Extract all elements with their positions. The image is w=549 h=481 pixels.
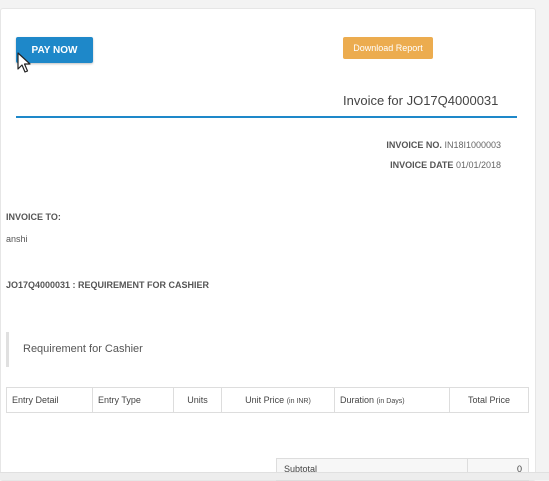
mouse-cursor-icon [17, 52, 31, 73]
column-header-units: Units [174, 388, 222, 412]
invoice-title: Invoice for JO17Q4000031 [343, 93, 499, 108]
invoice-number-label: INVOICE NO. [386, 140, 442, 150]
invoice-number-line: INVOICE NO. IN18I1000003 [386, 140, 501, 150]
invoice-to-value: anshi [6, 234, 28, 244]
column-header-entry-detail: Entry Detail [7, 388, 93, 412]
invoice-date-value: 01/01/2018 [455, 160, 501, 170]
invoice-to-label: INVOICE TO: [6, 212, 61, 222]
invoice-number-value: IN18I1000003 [444, 140, 501, 150]
column-header-total-price: Total Price [467, 395, 511, 405]
column-header-unit-price: Unit Price (in INR) [222, 388, 335, 412]
requirement-heading: Requirement for Cashier [23, 343, 143, 355]
line-items-table-header: Entry Detail Entry Type Units Unit Price… [6, 387, 529, 413]
column-header-duration: Duration (in Days) [335, 388, 450, 412]
column-header-entry-type: Entry Type [93, 388, 174, 412]
download-report-button[interactable]: Download Report [343, 37, 433, 59]
requirement-section: Requirement for Cashier [6, 332, 530, 367]
job-requirement-line: JO17Q4000031 : REQUIREMENT FOR CASHIER [6, 280, 210, 290]
invoice-date-label: INVOICE DATE [390, 160, 454, 170]
title-divider [16, 116, 517, 118]
invoice-date-line: INVOICE DATE 01/01/2018 [390, 160, 501, 170]
